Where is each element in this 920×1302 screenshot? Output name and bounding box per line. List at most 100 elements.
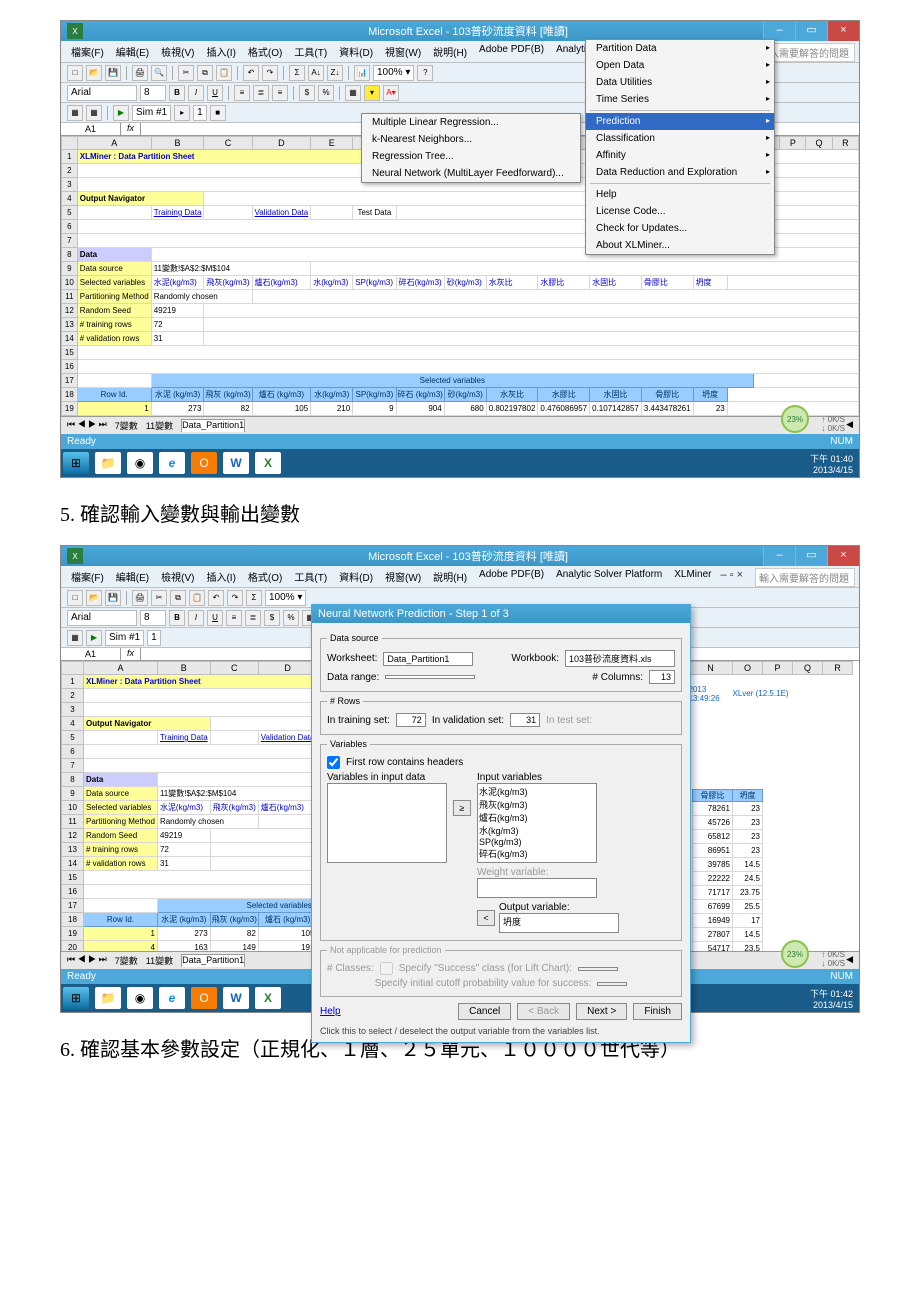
- data-range-input[interactable]: [385, 675, 475, 679]
- ie-icon[interactable]: e: [159, 452, 185, 474]
- stop-icon[interactable]: ■: [210, 105, 226, 121]
- help-link[interactable]: Help: [320, 1006, 341, 1017]
- available-vars-list[interactable]: [327, 783, 447, 863]
- underline-icon[interactable]: U: [207, 610, 223, 626]
- preview-icon[interactable]: 🔍: [151, 65, 167, 81]
- fill-color-icon[interactable]: ▾: [364, 85, 380, 101]
- name-box[interactable]: A1: [61, 648, 121, 660]
- sim-count[interactable]: 1: [193, 105, 207, 121]
- bold-icon[interactable]: B: [169, 610, 185, 626]
- menu-item[interactable]: About XLMiner...: [586, 237, 774, 254]
- worksheet-select[interactable]: Data_Partition1: [383, 652, 473, 666]
- workbook-window-controls[interactable]: – ▫ ×: [716, 568, 747, 582]
- menu-edit[interactable]: 編輯(E): [112, 43, 153, 60]
- menu-file[interactable]: 檔案(F): [67, 568, 108, 585]
- percent-icon[interactable]: %: [318, 85, 334, 101]
- explorer-icon[interactable]: 📁: [95, 452, 121, 474]
- menu-format[interactable]: 格式(O): [244, 568, 286, 585]
- menu-view[interactable]: 檢視(V): [157, 568, 198, 585]
- align-right-icon[interactable]: ≡: [272, 85, 288, 101]
- menu-item-prediction[interactable]: Prediction▸: [586, 113, 774, 130]
- autosum-icon[interactable]: Σ: [246, 590, 262, 606]
- menu-edit[interactable]: 編輯(E): [112, 568, 153, 585]
- outlook-icon[interactable]: O: [191, 452, 217, 474]
- align-left-icon[interactable]: ≡: [226, 610, 242, 626]
- redo-icon[interactable]: ↷: [262, 65, 278, 81]
- font-size-select[interactable]: 8: [140, 610, 166, 626]
- sim-select[interactable]: Sim #1: [132, 105, 171, 121]
- save-icon[interactable]: 💾: [105, 65, 121, 81]
- menu-window[interactable]: 視窗(W): [381, 43, 425, 60]
- menu-item[interactable]: Data Reduction and Exploration▸: [586, 164, 774, 181]
- print-icon[interactable]: 🖨: [132, 590, 148, 606]
- menu-format[interactable]: 格式(O): [244, 43, 286, 60]
- zoom-select[interactable]: 100% ▾: [373, 65, 414, 81]
- bold-icon[interactable]: B: [169, 85, 185, 101]
- paste-icon[interactable]: 📋: [189, 590, 205, 606]
- minimize-button[interactable]: –: [763, 21, 795, 41]
- output-var-box[interactable]: 坍度: [499, 913, 619, 933]
- underline-icon[interactable]: U: [207, 85, 223, 101]
- sort-asc-icon[interactable]: A↓: [308, 65, 324, 81]
- tool-icon[interactable]: ▦: [86, 105, 102, 121]
- undo-icon[interactable]: ↶: [243, 65, 259, 81]
- first-row-checkbox[interactable]: [327, 756, 340, 769]
- zoom-select[interactable]: 100% ▾: [265, 590, 306, 606]
- sort-desc-icon[interactable]: Z↓: [327, 65, 343, 81]
- sheet-tab[interactable]: 11變數: [146, 954, 173, 967]
- submenu-item[interactable]: Regression Tree...: [362, 148, 580, 165]
- menu-adobe[interactable]: Adobe PDF(B): [475, 43, 548, 60]
- chrome-icon[interactable]: ◉: [127, 987, 153, 1009]
- font-size-select[interactable]: 8: [140, 85, 166, 101]
- menu-insert[interactable]: 插入(I): [202, 43, 239, 60]
- menu-item[interactable]: License Code...: [586, 203, 774, 220]
- tool-icon[interactable]: ▦: [67, 105, 83, 121]
- step-icon[interactable]: ▸: [174, 105, 190, 121]
- outlook-icon[interactable]: O: [191, 987, 217, 1009]
- copy-icon[interactable]: ⧉: [197, 65, 213, 81]
- menu-data[interactable]: 資料(D): [335, 43, 377, 60]
- excel-task-icon[interactable]: X: [255, 987, 281, 1009]
- move-output-button[interactable]: <: [477, 910, 495, 926]
- cut-icon[interactable]: ✂: [151, 590, 167, 606]
- menu-item[interactable]: Check for Updates...: [586, 220, 774, 237]
- paste-icon[interactable]: 📋: [216, 65, 232, 81]
- sheet-tab[interactable]: Data_Partition1: [181, 419, 245, 432]
- close-button[interactable]: ×: [827, 546, 859, 566]
- open-icon[interactable]: 📂: [86, 65, 102, 81]
- menu-item[interactable]: Classification▸: [586, 130, 774, 147]
- workbook-select[interactable]: 103普砂流度資料.xls: [565, 650, 675, 667]
- tab-nav[interactable]: ⏮ ◀ ▶ ⏭: [67, 954, 107, 967]
- fx-icon[interactable]: fx: [121, 123, 141, 135]
- sheet-tab[interactable]: 11變數: [146, 419, 173, 432]
- submenu-item[interactable]: Neural Network (MultiLayer Feedforward).…: [362, 165, 580, 182]
- sim-select[interactable]: Sim #1: [105, 630, 144, 646]
- new-icon[interactable]: □: [67, 590, 83, 606]
- italic-icon[interactable]: I: [188, 610, 204, 626]
- back-button[interactable]: < Back: [517, 1003, 570, 1020]
- font-color-icon[interactable]: A▾: [383, 85, 399, 101]
- move-right-button[interactable]: ≥: [453, 800, 471, 816]
- italic-icon[interactable]: I: [188, 85, 204, 101]
- menu-data[interactable]: 資料(D): [335, 568, 377, 585]
- menu-help[interactable]: 說明(H): [429, 568, 471, 585]
- print-icon[interactable]: 🖨: [132, 65, 148, 81]
- finish-button[interactable]: Finish: [633, 1003, 682, 1020]
- new-icon[interactable]: □: [67, 65, 83, 81]
- menu-file[interactable]: 檔案(F): [67, 43, 108, 60]
- excel-task-icon[interactable]: X: [255, 452, 281, 474]
- align-center-icon[interactable]: ≣: [253, 85, 269, 101]
- play-icon[interactable]: ▶: [86, 630, 102, 646]
- name-box[interactable]: A1: [61, 123, 121, 135]
- menu-tools[interactable]: 工具(T): [290, 568, 331, 585]
- word-icon[interactable]: W: [223, 452, 249, 474]
- open-icon[interactable]: 📂: [86, 590, 102, 606]
- menu-item[interactable]: Open Data▸: [586, 57, 774, 74]
- menu-item[interactable]: Partition Data▸: [586, 40, 774, 57]
- font-name-select[interactable]: Arial: [67, 610, 137, 626]
- sim-count[interactable]: 1: [147, 630, 161, 646]
- maximize-button[interactable]: ▭: [795, 546, 827, 566]
- weight-var-box[interactable]: [477, 878, 597, 898]
- fx-icon[interactable]: fx: [121, 648, 141, 660]
- chrome-icon[interactable]: ◉: [127, 452, 153, 474]
